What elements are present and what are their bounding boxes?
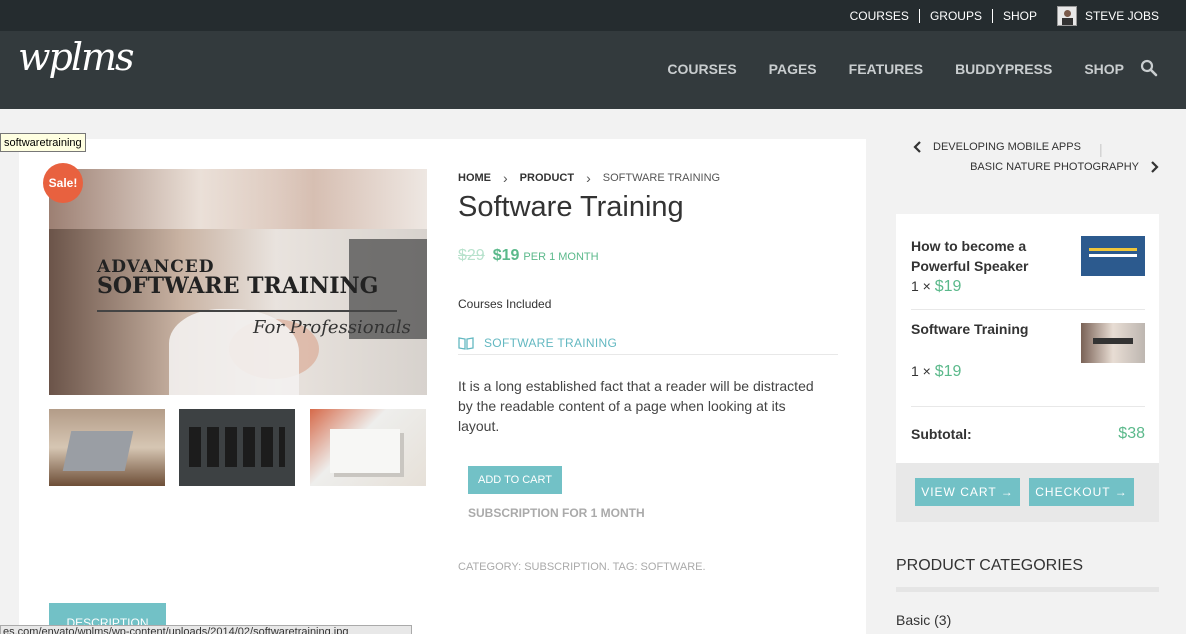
main-header: wplms COURSES PAGES FEATURES BUDDYPRESS … bbox=[0, 31, 1186, 109]
chevron-left-icon bbox=[913, 141, 921, 153]
breadcrumb-product[interactable]: PRODUCT bbox=[520, 172, 574, 184]
cart-item-name[interactable]: How to become a Powerful Speaker bbox=[911, 236, 1061, 276]
book-icon bbox=[458, 336, 474, 350]
breadcrumb: HOME › PRODUCT › SOFTWARE TRAINING bbox=[458, 170, 720, 186]
top-link-courses[interactable]: COURSES bbox=[840, 8, 920, 23]
product-thumbnail-1[interactable] bbox=[49, 409, 165, 486]
next-product-label: BASIC NATURE PHOTOGRAPHY bbox=[970, 161, 1139, 173]
cart-buttons: VIEW CART → CHECKOUT → bbox=[896, 463, 1159, 522]
nav-divider: | bbox=[1099, 141, 1103, 157]
image-text-line2: SOFTWARE TRAINING bbox=[97, 273, 379, 299]
subtotal-value: $38 bbox=[1118, 425, 1145, 442]
cart-item-name[interactable]: Software Training bbox=[911, 319, 1061, 339]
cart-item-price: $19 bbox=[934, 363, 962, 380]
product-thumbnail-3[interactable] bbox=[310, 409, 426, 486]
checkout-button[interactable]: CHECKOUT → bbox=[1029, 478, 1134, 506]
add-to-cart-button[interactable]: ADD TO CART bbox=[468, 466, 562, 494]
breadcrumb-home[interactable]: HOME bbox=[458, 172, 491, 184]
next-product-link[interactable]: BASIC NATURE PHOTOGRAPHY bbox=[970, 161, 1159, 173]
cart-item: Software Training 1 × $19 bbox=[911, 319, 1145, 407]
top-links: COURSES GROUPS SHOP STEVE JOBS bbox=[840, 0, 1159, 31]
mini-cart: How to become a Powerful Speaker 1 × $19… bbox=[896, 214, 1159, 522]
user-menu[interactable]: STEVE JOBS bbox=[1056, 5, 1159, 26]
top-link-shop[interactable]: SHOP bbox=[993, 9, 1047, 23]
view-cart-button[interactable]: VIEW CART → bbox=[915, 478, 1020, 506]
cart-item: How to become a Powerful Speaker 1 × $19 bbox=[911, 236, 1145, 310]
product-meta: CATEGORY: SUBSCRIPTION. TAG: SOFTWARE. bbox=[458, 561, 706, 573]
cart-item-qty: 1 × $19 bbox=[911, 278, 962, 295]
old-price: $29 bbox=[458, 247, 485, 264]
product-thumbnail-2[interactable] bbox=[179, 409, 295, 486]
sale-price: $19 bbox=[492, 247, 520, 264]
top-bar: COURSES GROUPS SHOP STEVE JOBS bbox=[0, 0, 1186, 31]
cart-item-qty: 1 × $19 bbox=[911, 363, 962, 380]
product-categories-title: PRODUCT CATEGORIES bbox=[896, 557, 1159, 592]
nav-buddypress[interactable]: BUDDYPRESS bbox=[955, 61, 1052, 77]
chevron-right-icon: › bbox=[503, 170, 508, 186]
included-course[interactable]: SOFTWARE TRAINING bbox=[458, 331, 838, 355]
cart-item-price: $19 bbox=[934, 278, 962, 295]
search-icon[interactable] bbox=[1140, 59, 1158, 77]
product-title: Software Training bbox=[458, 191, 684, 223]
site-logo[interactable]: wplms bbox=[18, 35, 135, 79]
courses-included-label: Courses Included bbox=[458, 297, 552, 311]
included-course-label: SOFTWARE TRAINING bbox=[484, 335, 618, 350]
product-content: Sale! ADVANCED SOFTWARE TRAINING For Pro… bbox=[19, 139, 866, 634]
user-name: STEVE JOBS bbox=[1084, 8, 1159, 23]
price-period: PER 1 MONTH bbox=[523, 251, 599, 263]
product-short-description: It is a long established fact that a rea… bbox=[458, 378, 814, 434]
image-tooltip: softwaretraining bbox=[0, 133, 86, 152]
cart-item-thumbnail[interactable] bbox=[1081, 236, 1145, 276]
chevron-right-icon: › bbox=[586, 170, 591, 186]
nav-pages[interactable]: PAGES bbox=[769, 61, 817, 77]
main-nav: COURSES PAGES FEATURES BUDDYPRESS SHOP bbox=[635, 61, 1124, 77]
sale-badge: Sale! bbox=[43, 163, 83, 203]
avatar bbox=[1056, 5, 1077, 26]
prev-product-label: DEVELOPING MOBILE APPS bbox=[933, 141, 1081, 153]
breadcrumb-current: SOFTWARE TRAINING bbox=[602, 172, 721, 184]
top-link-groups[interactable]: GROUPS bbox=[920, 8, 993, 23]
product-main-image[interactable]: ADVANCED SOFTWARE TRAINING For Professio… bbox=[49, 169, 427, 395]
image-text-line3: For Professionals bbox=[253, 317, 411, 338]
cart-subtotal: Subtotal: $38 bbox=[911, 425, 1145, 443]
chevron-right-icon bbox=[1151, 161, 1159, 173]
browser-status-bar: es.com/envato/wplms/wp-content/uploads/2… bbox=[0, 625, 412, 634]
product-price: $29 $19 PER 1 MONTH bbox=[458, 247, 599, 265]
nav-features[interactable]: FEATURES bbox=[849, 61, 923, 77]
category-item[interactable]: Basic (3) bbox=[896, 612, 951, 628]
prev-product-link[interactable]: DEVELOPING MOBILE APPS bbox=[913, 141, 1081, 153]
subscription-info: SUBSCRIPTION FOR 1 MONTH bbox=[468, 506, 645, 520]
nav-courses[interactable]: COURSES bbox=[667, 61, 736, 77]
nav-shop[interactable]: SHOP bbox=[1084, 61, 1124, 77]
subtotal-label: Subtotal: bbox=[911, 426, 972, 442]
cart-item-thumbnail[interactable] bbox=[1081, 323, 1145, 363]
product-navigation: DEVELOPING MOBILE APPS | BASIC NATURE PH… bbox=[896, 139, 1159, 185]
